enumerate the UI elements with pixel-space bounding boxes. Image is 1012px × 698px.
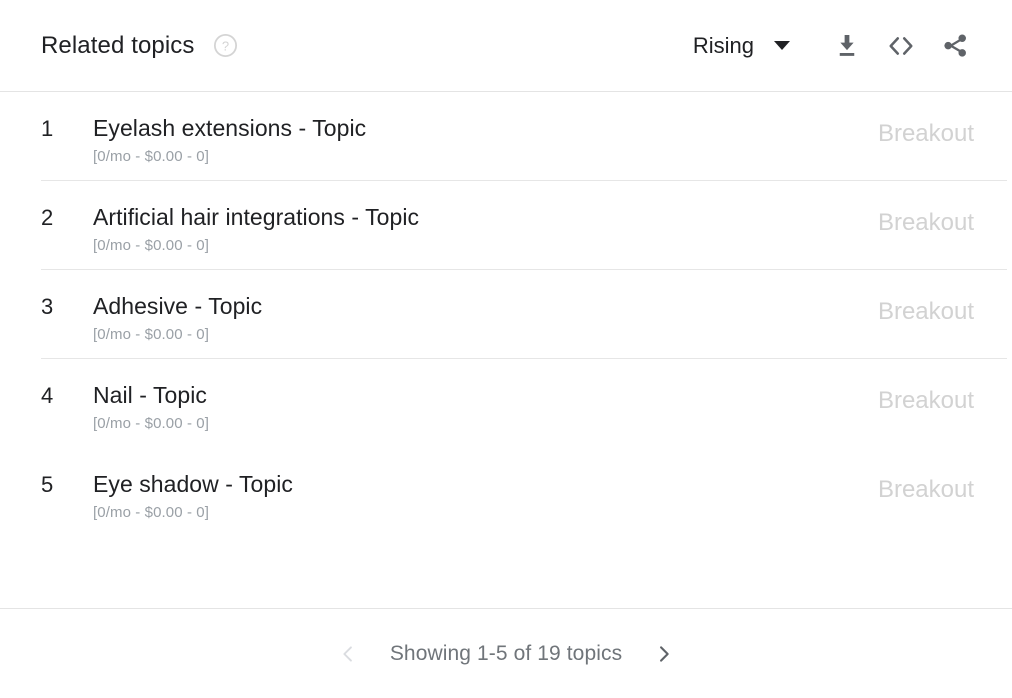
row-title: Artificial hair integrations - Topic [93,204,420,230]
page-title: Related topics [41,31,195,59]
embed-button[interactable] [874,19,928,73]
next-page-button[interactable] [644,634,684,674]
row-rank: 5 [41,472,54,497]
row-title: Eyelash extensions - Topic [93,115,367,141]
row-rank: 2 [41,205,54,230]
row-subtitle: [0/mo - $0.00 - 0] [93,237,210,254]
share-icon [943,34,966,57]
row-rank: 1 [41,116,54,141]
table-row[interactable]: 3 Adhesive - Topic [0/mo - $0.00 - 0] Br… [0,270,1012,359]
pagination-footer: Showing 1-5 of 19 topics [0,608,1012,698]
help-circle-icon[interactable]: ? [213,33,238,58]
row-subtitle: [0/mo - $0.00 - 0] [93,504,210,521]
row-subtitle: [0/mo - $0.00 - 0] [93,415,210,432]
row-value: Breakout [877,120,974,147]
share-button[interactable] [928,19,982,73]
chevron-down-icon [774,41,790,50]
pagination-status: Showing 1-5 of 19 topics [389,641,623,665]
row-value: Breakout [877,387,974,414]
row-title: Adhesive - Topic [93,293,263,319]
table-row[interactable]: 4 Nail - Topic [0/mo - $0.00 - 0] Breako… [0,359,1012,448]
download-button[interactable] [820,19,874,73]
related-topics-list: 1 Eyelash extensions - Topic [0/mo - $0.… [0,92,1012,608]
download-icon [839,34,855,56]
row-value: Breakout [877,298,974,325]
row-rank: 3 [41,294,54,319]
row-subtitle: [0/mo - $0.00 - 0] [93,326,210,343]
row-body: Adhesive - Topic [0/mo - $0.00 - 0] [93,291,878,345]
sort-dropdown-label: Rising [692,32,754,58]
row-body: Artificial hair integrations - Topic [0/… [93,202,878,256]
row-title: Nail - Topic [93,382,207,408]
table-row[interactable]: 1 Eyelash extensions - Topic [0/mo - $0.… [0,92,1012,181]
row-subtitle: [0/mo - $0.00 - 0] [93,148,210,165]
svg-text:?: ? [221,38,228,53]
row-body: Nail - Topic [0/mo - $0.00 - 0] [93,380,878,434]
row-title: Eye shadow - Topic [93,471,293,497]
widget-header: Related topics ? Rising [0,0,1012,92]
previous-page-button[interactable] [328,634,368,674]
sort-dropdown[interactable]: Rising [685,27,794,65]
header-left-group: Related topics ? [41,32,238,60]
chevron-right-icon [660,645,669,662]
row-rank: 4 [41,383,54,408]
table-row[interactable]: 2 Artificial hair integrations - Topic [… [0,181,1012,270]
chevron-left-icon [343,645,352,662]
row-value: Breakout [877,476,974,503]
table-row[interactable]: 5 Eye shadow - Topic [0/mo - $0.00 - 0] … [0,448,1012,537]
row-value: Breakout [877,209,974,236]
related-topics-widget: Related topics ? Rising 1 Eyelash extens… [0,0,1012,698]
row-body: Eyelash extensions - Topic [0/mo - $0.00… [93,113,878,167]
header-actions-group: Rising [685,19,982,73]
row-body: Eye shadow - Topic [0/mo - $0.00 - 0] [93,469,878,523]
code-brackets-icon [889,36,913,55]
